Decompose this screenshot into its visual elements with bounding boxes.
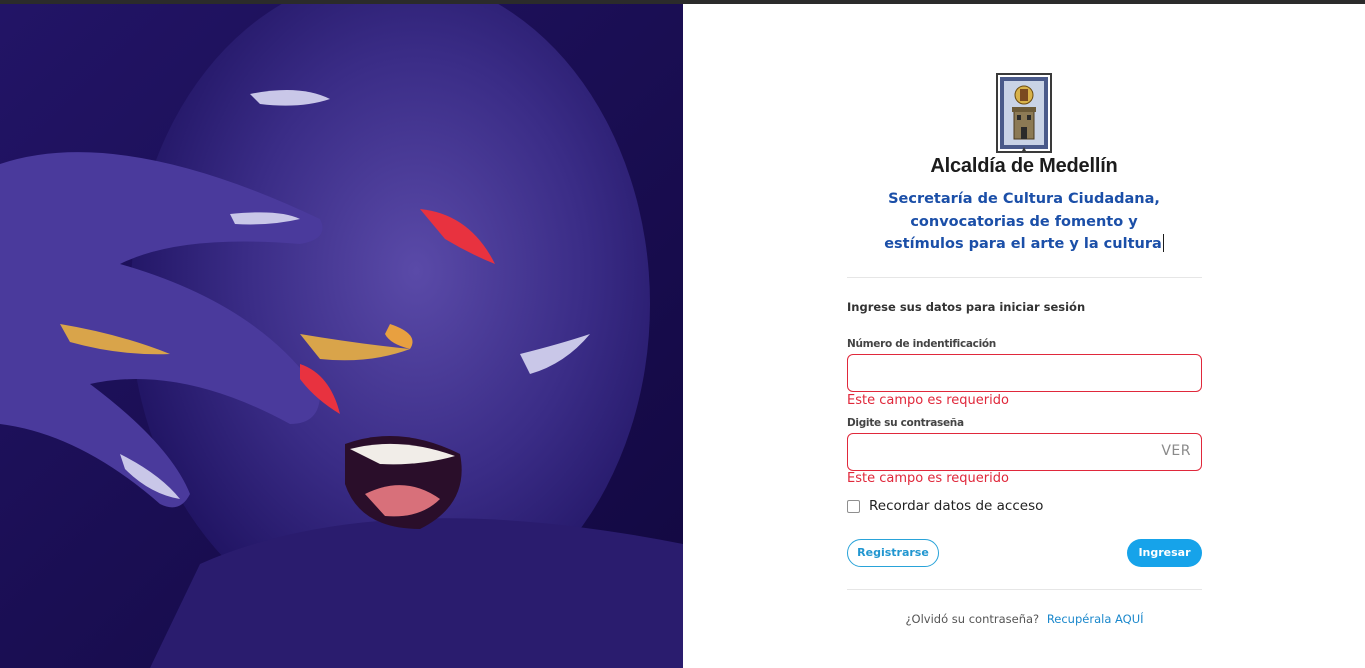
login-button[interactable]: Ingresar — [1127, 539, 1202, 567]
forgot-password: ¿Olvidó su contraseña? Recupérala AQUÍ — [847, 612, 1202, 626]
remember-me[interactable]: Recordar datos de acceso — [847, 498, 1043, 514]
divider — [847, 277, 1202, 278]
subtitle-line-text: estímulos para el arte y la cultura — [884, 236, 1162, 252]
password-field-error: Este campo es requerido — [847, 471, 1009, 486]
brand-name: Alcaldía de Medellín — [930, 155, 1118, 177]
register-button[interactable]: Registrarse — [847, 539, 939, 567]
password-input[interactable]: VER — [847, 433, 1202, 471]
remember-checkbox[interactable] — [847, 499, 860, 513]
subtitle-line: Secretaría de Cultura Ciudadana, — [888, 191, 1160, 207]
subtitle-line: convocatorias de fomento y — [910, 213, 1138, 230]
show-password-toggle[interactable]: VER — [1161, 443, 1191, 459]
id-field-error: Este campo es requerido — [847, 393, 1009, 408]
text-caret — [1162, 234, 1164, 252]
subtitle-line: estímulos para el arte y la cultura — [863, 233, 1185, 256]
divider — [847, 589, 1202, 590]
remember-label: Recordar datos de acceso — [869, 498, 1044, 514]
hero-image — [0, 4, 683, 668]
coat-of-arms-icon — [996, 73, 1052, 153]
forgot-password-text: ¿Olvidó su contraseña? — [905, 612, 1040, 626]
login-panel: Alcaldía de Medellín Secretaría de Cultu… — [683, 4, 1365, 668]
id-number-input[interactable] — [847, 354, 1202, 392]
id-field-label: Número de indentificación — [847, 338, 996, 350]
login-intro: Ingrese sus datos para iniciar sesión — [847, 300, 1086, 314]
page-subtitle: Secretaría de Cultura Ciudadana, convoca… — [863, 188, 1185, 256]
password-field-label: Digite su contraseña — [847, 417, 964, 429]
painted-face-artwork — [0, 4, 683, 668]
recover-password-link[interactable]: Recupérala AQUÍ — [1047, 612, 1144, 626]
